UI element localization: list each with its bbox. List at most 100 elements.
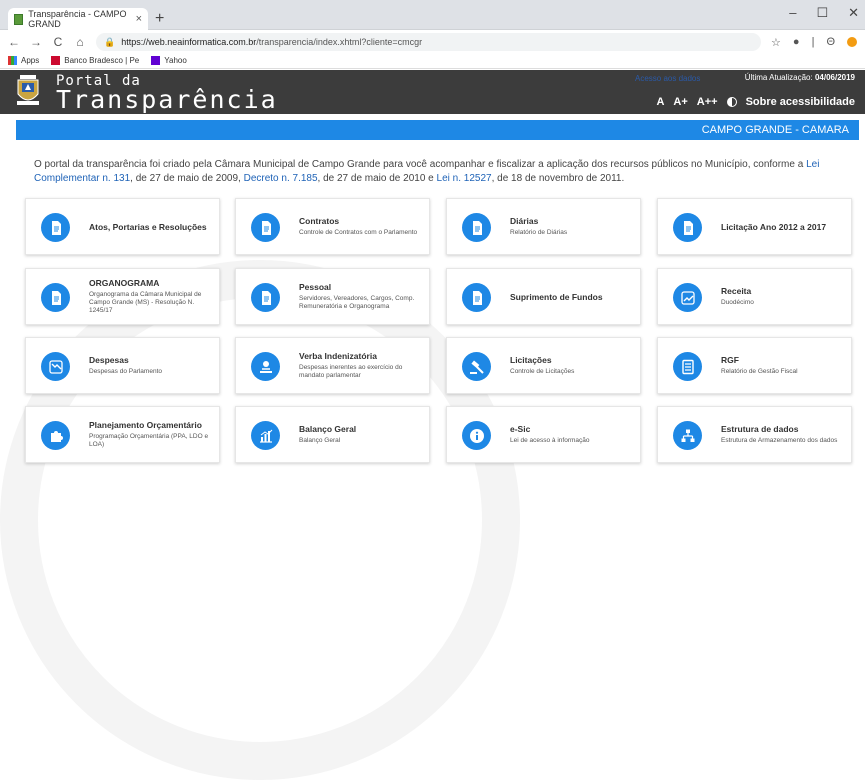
service-card[interactable]: Licitações Controle de Licitações <box>446 337 641 394</box>
trending-down-icon <box>41 352 70 381</box>
bookmark-label: Banco Bradesco | Pe <box>64 56 140 65</box>
service-card[interactable]: Suprimento de Fundos <box>446 268 641 325</box>
maximize-icon[interactable]: ☐ <box>816 5 828 21</box>
document-icon <box>462 213 491 242</box>
service-card[interactable]: Planejamento Orçamentário Programação Orç… <box>25 406 220 463</box>
address-bar: ← → C ⌂ 🔒 https://web.neainformatica.com… <box>0 31 865 53</box>
card-subtitle: Despesas do Parlamento <box>89 368 162 375</box>
close-window-icon[interactable]: ✕ <box>848 5 859 21</box>
url-input[interactable]: 🔒 https://web.neainformatica.com.br /tra… <box>96 33 762 51</box>
lock-icon: 🔒 <box>104 36 116 47</box>
profile-icon[interactable]: Θ <box>826 36 835 48</box>
intro-paragraph: O portal da transparência foi criado pel… <box>34 158 854 186</box>
url-path: /transparencia/index.xhtml?cliente=cmcgr <box>256 37 423 47</box>
bookmark-label: Yahoo <box>164 56 187 65</box>
card-title: Planejamento Orçamentário <box>89 420 202 430</box>
new-tab-button[interactable]: + <box>155 10 164 28</box>
card-subtitle: Lei de acesso à informação <box>510 437 590 444</box>
bookmark-apps[interactable]: Apps <box>8 56 39 65</box>
service-card[interactable]: e-Sic Lei de acesso à informação <box>446 406 641 463</box>
card-subtitle: Duodécimo <box>721 299 754 306</box>
card-text: Suprimento de Fundos <box>510 269 634 324</box>
card-subtitle: Balanço Geral <box>299 437 341 444</box>
card-text: Diárias Relatório de Diárias <box>510 199 634 254</box>
decreto-link[interactable]: Decreto n. 7.185 <box>244 173 318 184</box>
browser-tab[interactable]: Transparência - CAMPO GRAND × <box>8 8 148 30</box>
card-title: e-Sic <box>510 424 531 434</box>
info-icon <box>462 421 491 450</box>
data-access-link[interactable]: Acesso aos dados <box>635 74 700 83</box>
accessibility-controls: A A+ A++ Sobre acessibilidade <box>656 96 855 108</box>
service-card[interactable]: Diárias Relatório de Diárias <box>446 198 641 255</box>
tab-close-icon[interactable]: × <box>136 13 142 25</box>
window-controls: – ☐ ✕ <box>789 5 859 21</box>
bookmark-yahoo[interactable]: Yahoo <box>151 56 187 65</box>
contrast-icon[interactable] <box>726 97 737 107</box>
extension-icon[interactable]: ● <box>793 36 800 48</box>
card-subtitle: Relatório de Diárias <box>510 229 568 236</box>
home-icon[interactable]: ⌂ <box>74 35 86 49</box>
card-title: Despesas <box>89 355 129 365</box>
card-title: Licitações <box>510 355 552 365</box>
card-subtitle: Despesas inerentes ao exercício do manda… <box>299 364 403 379</box>
service-card[interactable]: Balanço Geral Balanço Geral <box>235 406 430 463</box>
card-title: Licitação Ano 2012 a 2017 <box>721 221 827 232</box>
service-card[interactable]: RGF Relatório de Gestão Fiscal <box>657 337 852 394</box>
service-card[interactable]: Atos, Portarias e Resoluções <box>25 198 220 255</box>
document-icon <box>251 213 280 242</box>
municipality-label: CAMPO GRANDE - CAMARA <box>701 124 849 136</box>
browser-tab-bar: Transparência - CAMPO GRAND × + – ☐ ✕ <box>0 0 865 30</box>
bookmarks-bar: Apps Banco Bradesco | Pe Yahoo <box>0 53 865 69</box>
sitemap-icon <box>673 421 702 450</box>
last-update-date: 04/06/2019 <box>814 73 855 82</box>
bradesco-icon <box>51 56 61 65</box>
portal-title: Transparência <box>56 85 278 114</box>
extension-orange-icon[interactable] <box>847 37 857 47</box>
yahoo-icon <box>151 56 161 65</box>
portal-header: Portal da Transparência Acesso aos dados… <box>0 70 865 114</box>
bookmark-bradesco[interactable]: Banco Bradesco | Pe <box>51 56 139 65</box>
intro-text: , de 18 de novembro de 2011. <box>491 173 625 184</box>
card-subtitle: Relatório de Gestão Fiscal <box>721 368 798 375</box>
service-card[interactable]: Despesas Despesas do Parlamento <box>25 337 220 394</box>
document-icon <box>251 283 280 312</box>
card-title: RGF <box>721 355 739 365</box>
service-card[interactable]: Licitação Ano 2012 a 2017 <box>657 198 852 255</box>
trending-up-icon <box>673 283 702 312</box>
last-update: Última Atualização: 04/06/2019 <box>745 73 855 82</box>
font-increase-more-button[interactable]: A++ <box>697 96 718 108</box>
card-text: ORGANOGRAMA Organograma da Câmara Municip… <box>89 269 213 324</box>
service-card[interactable]: Pessoal Servidores, Vereadores, Cargos, C… <box>235 268 430 325</box>
service-card[interactable]: ORGANOGRAMA Organograma da Câmara Municip… <box>25 268 220 325</box>
back-icon[interactable]: ← <box>8 35 20 49</box>
card-text: Atos, Portarias e Resoluções <box>89 199 213 254</box>
card-title: Verba Indenizatória <box>299 351 377 361</box>
card-text: Verba Indenizatória Despesas inerentes ao… <box>299 338 423 393</box>
card-text: Despesas Despesas do Parlamento <box>89 338 213 393</box>
card-title: Suprimento de Fundos <box>510 291 603 302</box>
card-title: Atos, Portarias e Resoluções <box>89 221 207 232</box>
card-text: Balanço Geral Balanço Geral <box>299 407 423 462</box>
font-normal-button[interactable]: A <box>656 96 664 108</box>
accessibility-link[interactable]: Sobre acessibilidade <box>746 96 855 108</box>
service-card[interactable]: Verba Indenizatória Despesas inerentes ao… <box>235 337 430 394</box>
bookmark-star-icon[interactable]: ☆ <box>771 36 781 49</box>
service-card[interactable]: Estrutura de dados Estrutura de Armazenam… <box>657 406 852 463</box>
coat-of-arms-logo <box>17 75 39 105</box>
service-card[interactable]: Receita Duodécimo <box>657 268 852 325</box>
reload-icon[interactable]: C <box>52 35 64 49</box>
lei-12527-link[interactable]: Lei n. 12527 <box>437 173 492 184</box>
card-title: Diárias <box>510 216 539 226</box>
font-increase-button[interactable]: A+ <box>673 96 687 108</box>
document-icon <box>41 283 70 312</box>
card-subtitle: Controle de Licitações <box>510 368 575 375</box>
card-title: Receita <box>721 286 752 296</box>
document-icon <box>673 213 702 242</box>
report-icon <box>673 352 702 381</box>
card-subtitle: Controle de Contratos com o Parlamento <box>299 229 418 236</box>
forward-icon[interactable]: → <box>30 35 42 49</box>
minimize-icon[interactable]: – <box>789 5 796 21</box>
card-title: ORGANOGRAMA <box>89 278 160 288</box>
tab-title: Transparência - CAMPO GRAND <box>28 9 127 29</box>
service-card[interactable]: Contratos Controle de Contratos com o Par… <box>235 198 430 255</box>
